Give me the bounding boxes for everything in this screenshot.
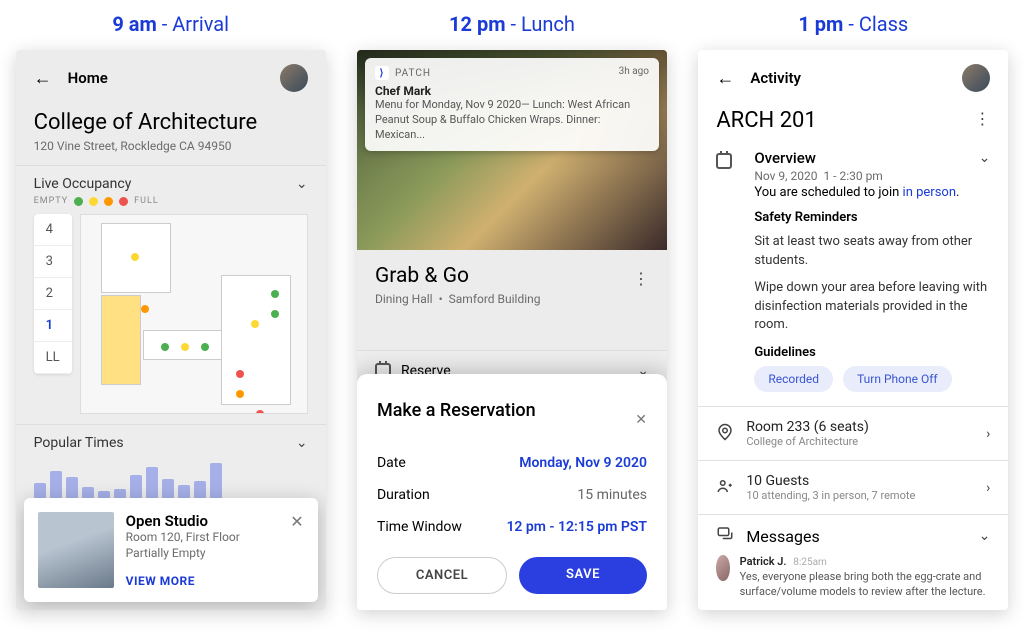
timeline-label-lunch: 12 pm - Lunch [357,12,667,36]
screen-lunch: ⟩PATCH 3h ago Chef Mark Menu for Monday,… [357,50,667,610]
overview-datetime: Nov 9, 2020 1 - 2:30 pm [754,169,990,183]
sheet-title: Make a Reservation [377,400,536,421]
open-studio-card: Open Studio Room 120, First Floor Partia… [24,498,318,602]
back-button[interactable]: ← Activity [716,68,801,89]
message-avatar [716,555,729,581]
patch-logo-icon: ⟩ [375,66,389,80]
guidelines-title: Guidelines [754,345,990,360]
arrow-left-icon: ← [34,68,52,89]
location-icon [716,423,734,445]
room-thumbnail [38,512,114,588]
message-body: Yes, everyone please bring both the egg-… [740,570,991,600]
page-title: College of Architecture [34,110,308,135]
dining-subtitle: Dining Hall•Samford Building [375,292,649,306]
popular-times-chart [34,459,308,499]
message-item[interactable]: Patrick J. 8:25am Yes, everyone please b… [698,551,1008,610]
avatar[interactable] [962,64,990,92]
room-row[interactable]: Room 233 (6 seats) College of Architectu… [698,407,1008,461]
class-title: ARCH 201 [716,108,816,133]
floor-selector[interactable]: 4 3 2 1 LL [34,214,72,374]
close-icon[interactable]: ✕ [290,512,303,588]
dining-title: Grab & Go [375,264,469,288]
messages-icon [716,525,734,547]
occupancy-legend: EMPTY FULL [34,196,308,206]
occupancy-header[interactable]: Live Occupancy ⌄ [34,176,308,192]
timeline-label-class: 1 pm - Class [698,12,1008,36]
messages-header[interactable]: Messages ⌄ [698,515,1008,551]
reservation-sheet: Make a Reservation ✕ Date Monday, Nov 9 … [357,374,667,610]
close-icon[interactable]: ✕ [635,412,647,428]
cancel-button[interactable]: CANCEL [377,557,507,594]
chevron-right-icon: › [986,480,990,496]
save-button[interactable]: SAVE [519,557,647,594]
arrow-left-icon: ← [716,68,734,89]
calendar-icon [716,153,732,169]
back-button[interactable]: ← Home [34,68,108,89]
chevron-right-icon: › [986,426,990,442]
reminders-title: Safety Reminders [754,210,990,225]
chip-phone-off[interactable]: Turn Phone Off [843,366,951,392]
floorplan-map[interactable] [80,214,308,414]
chevron-down-icon: ⌄ [296,176,308,192]
more-icon[interactable]: ⋮ [633,269,649,288]
back-label: Home [68,69,108,87]
more-icon[interactable]: ⋮ [974,109,990,128]
popular-times-header[interactable]: Popular Times ⌄ [34,435,308,451]
screen-arrival: ← Home College of Architecture 120 Vine … [16,50,326,610]
notification-body: Menu for Monday, Nov 9 2020— Lunch: West… [375,98,649,143]
chevron-down-icon: ⌄ [296,435,308,451]
guests-icon [716,477,734,499]
timeline-label-arrival: 9 am - Arrival [16,12,326,36]
chevron-down-icon[interactable]: ⌄ [979,150,991,166]
sheet-row-date[interactable]: Date Monday, Nov 9 2020 [377,447,647,479]
guests-row[interactable]: 10 Guests 10 attending, 3 in person, 7 r… [698,461,1008,515]
reminder-1: Sit at least two seats away from other s… [754,233,990,271]
chevron-down-icon: ⌄ [979,528,991,544]
card-status: Partially Empty [126,546,279,560]
overview-title: Overview [754,149,816,167]
address: 120 Vine Street, Rockledge CA 94950 [34,139,308,153]
sheet-row-window[interactable]: Time Window 12 pm - 12:15 pm PST [377,511,647,543]
notification-sender: Chef Mark [375,84,649,98]
overview-schedule: You are scheduled to join in person. [754,185,990,200]
avatar[interactable] [280,64,308,92]
sheet-row-duration[interactable]: Duration 15 minutes [377,479,647,511]
view-more-button[interactable]: VIEW MORE [126,574,279,588]
notification-banner[interactable]: ⟩PATCH 3h ago Chef Mark Menu for Monday,… [365,58,659,151]
screen-class: ← Activity ARCH 201 ⋮ Overview ⌄ [698,50,1008,610]
card-title: Open Studio [126,512,279,530]
reminder-2: Wipe down your area before leaving with … [754,279,990,336]
card-subtitle: Room 120, First Floor [126,530,279,544]
back-label: Activity [750,69,801,87]
chip-recorded[interactable]: Recorded [754,366,833,392]
